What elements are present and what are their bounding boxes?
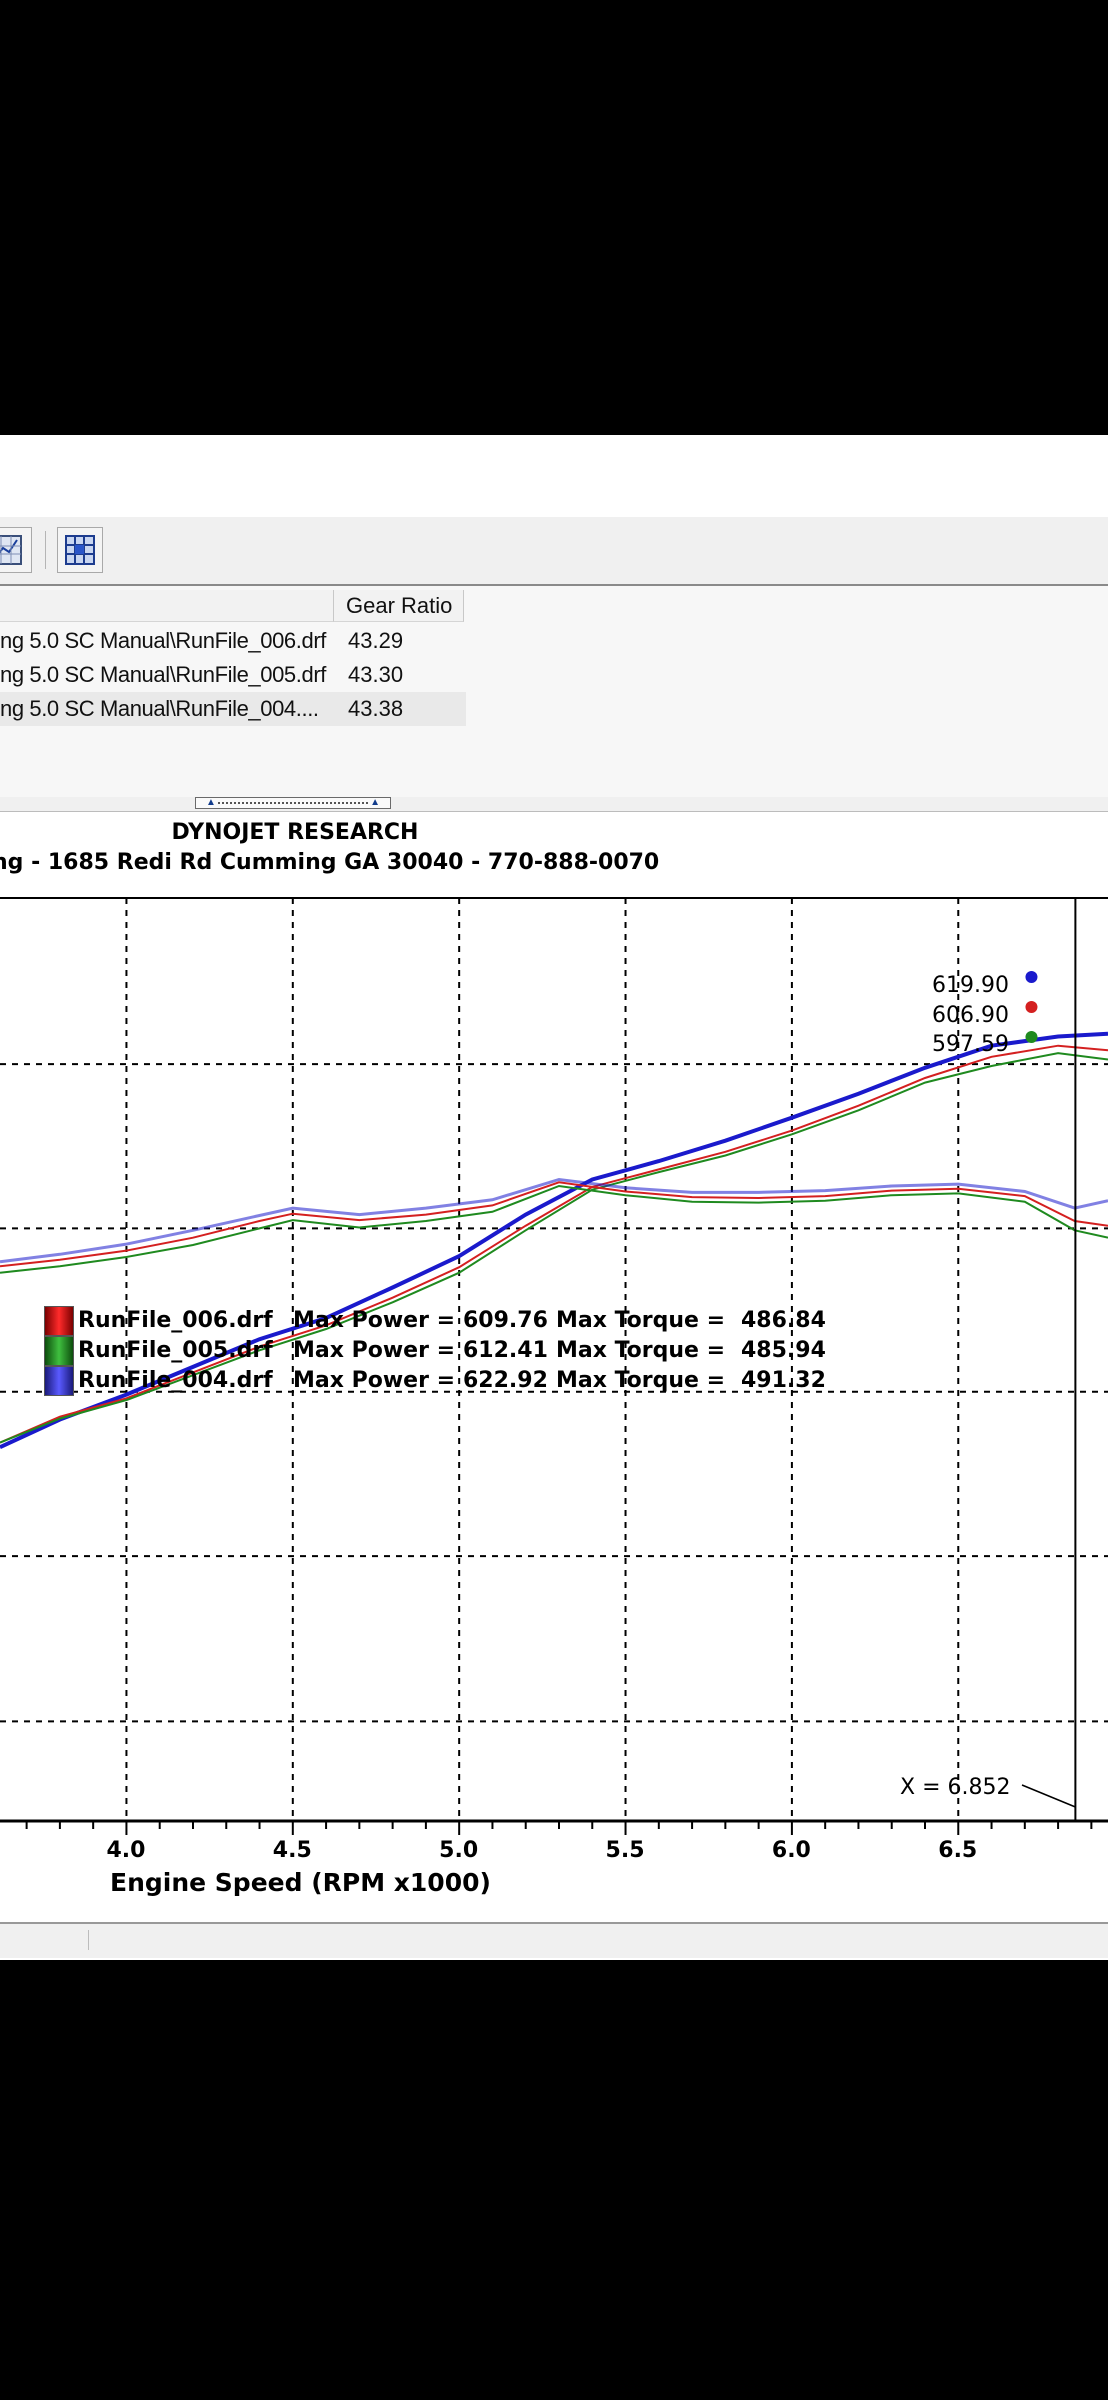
x-tick-label: 6.5 — [938, 1838, 978, 1863]
legend-power-label: Max Power = — [293, 1368, 456, 1393]
x-tick-label: 5.0 — [439, 1838, 479, 1863]
legend-file: RunFile_005.drf — [78, 1338, 273, 1363]
x-tick-label: 5.5 — [605, 1838, 645, 1863]
legend-file: RunFile_004.drf — [78, 1368, 273, 1393]
legend-power-value: 609.76 — [463, 1308, 548, 1333]
x-tick-label: 4.5 — [272, 1838, 312, 1863]
legend-power-label: Max Power = — [293, 1338, 456, 1363]
legend-torque-value: 485.94 — [741, 1338, 826, 1363]
legend-swatch-red — [44, 1306, 74, 1336]
cursor-readout: X = 6.852 — [900, 1775, 1011, 1800]
legend-torque-value: 491.32 — [741, 1368, 826, 1393]
legend-file: RunFile_006.drf — [78, 1308, 273, 1333]
peak-label: 597.59 — [932, 1032, 1009, 1057]
peak-label: 619.90 — [932, 973, 1009, 998]
cursor-readout-leader — [1021, 1784, 1076, 1808]
x-tick-label: 6.0 — [771, 1838, 811, 1863]
legend-torque-label: Max Torque = — [556, 1308, 726, 1333]
peak-label: 606.90 — [932, 1003, 1009, 1028]
legend-power-value: 622.92 — [463, 1368, 548, 1393]
x-axis-label: Engine Speed (RPM x1000) — [110, 1868, 491, 1897]
legend-torque-label: Max Torque = — [556, 1368, 726, 1393]
series-line-torque — [0, 1181, 1108, 1268]
legend-power-label: Max Power = — [293, 1308, 456, 1333]
peak-marker — [1025, 1031, 1038, 1043]
peak-marker — [1025, 971, 1038, 983]
legend-swatch-blue — [44, 1366, 74, 1396]
legend-power-value: 612.41 — [463, 1338, 548, 1363]
x-tick-label: 4.0 — [106, 1838, 146, 1863]
status-bar — [0, 1922, 1108, 1958]
legend-swatch-green — [44, 1336, 74, 1366]
status-cell — [0, 1930, 89, 1950]
dyno-chart — [0, 897, 1108, 1835]
legend-torque-label: Max Torque = — [556, 1338, 726, 1363]
legend-torque-value: 486.84 — [741, 1308, 826, 1333]
dyno-app-window: Gear Ratio ng 5.0 SC Manual\RunFile_006.… — [0, 435, 1108, 1960]
peak-marker — [1025, 1001, 1038, 1013]
